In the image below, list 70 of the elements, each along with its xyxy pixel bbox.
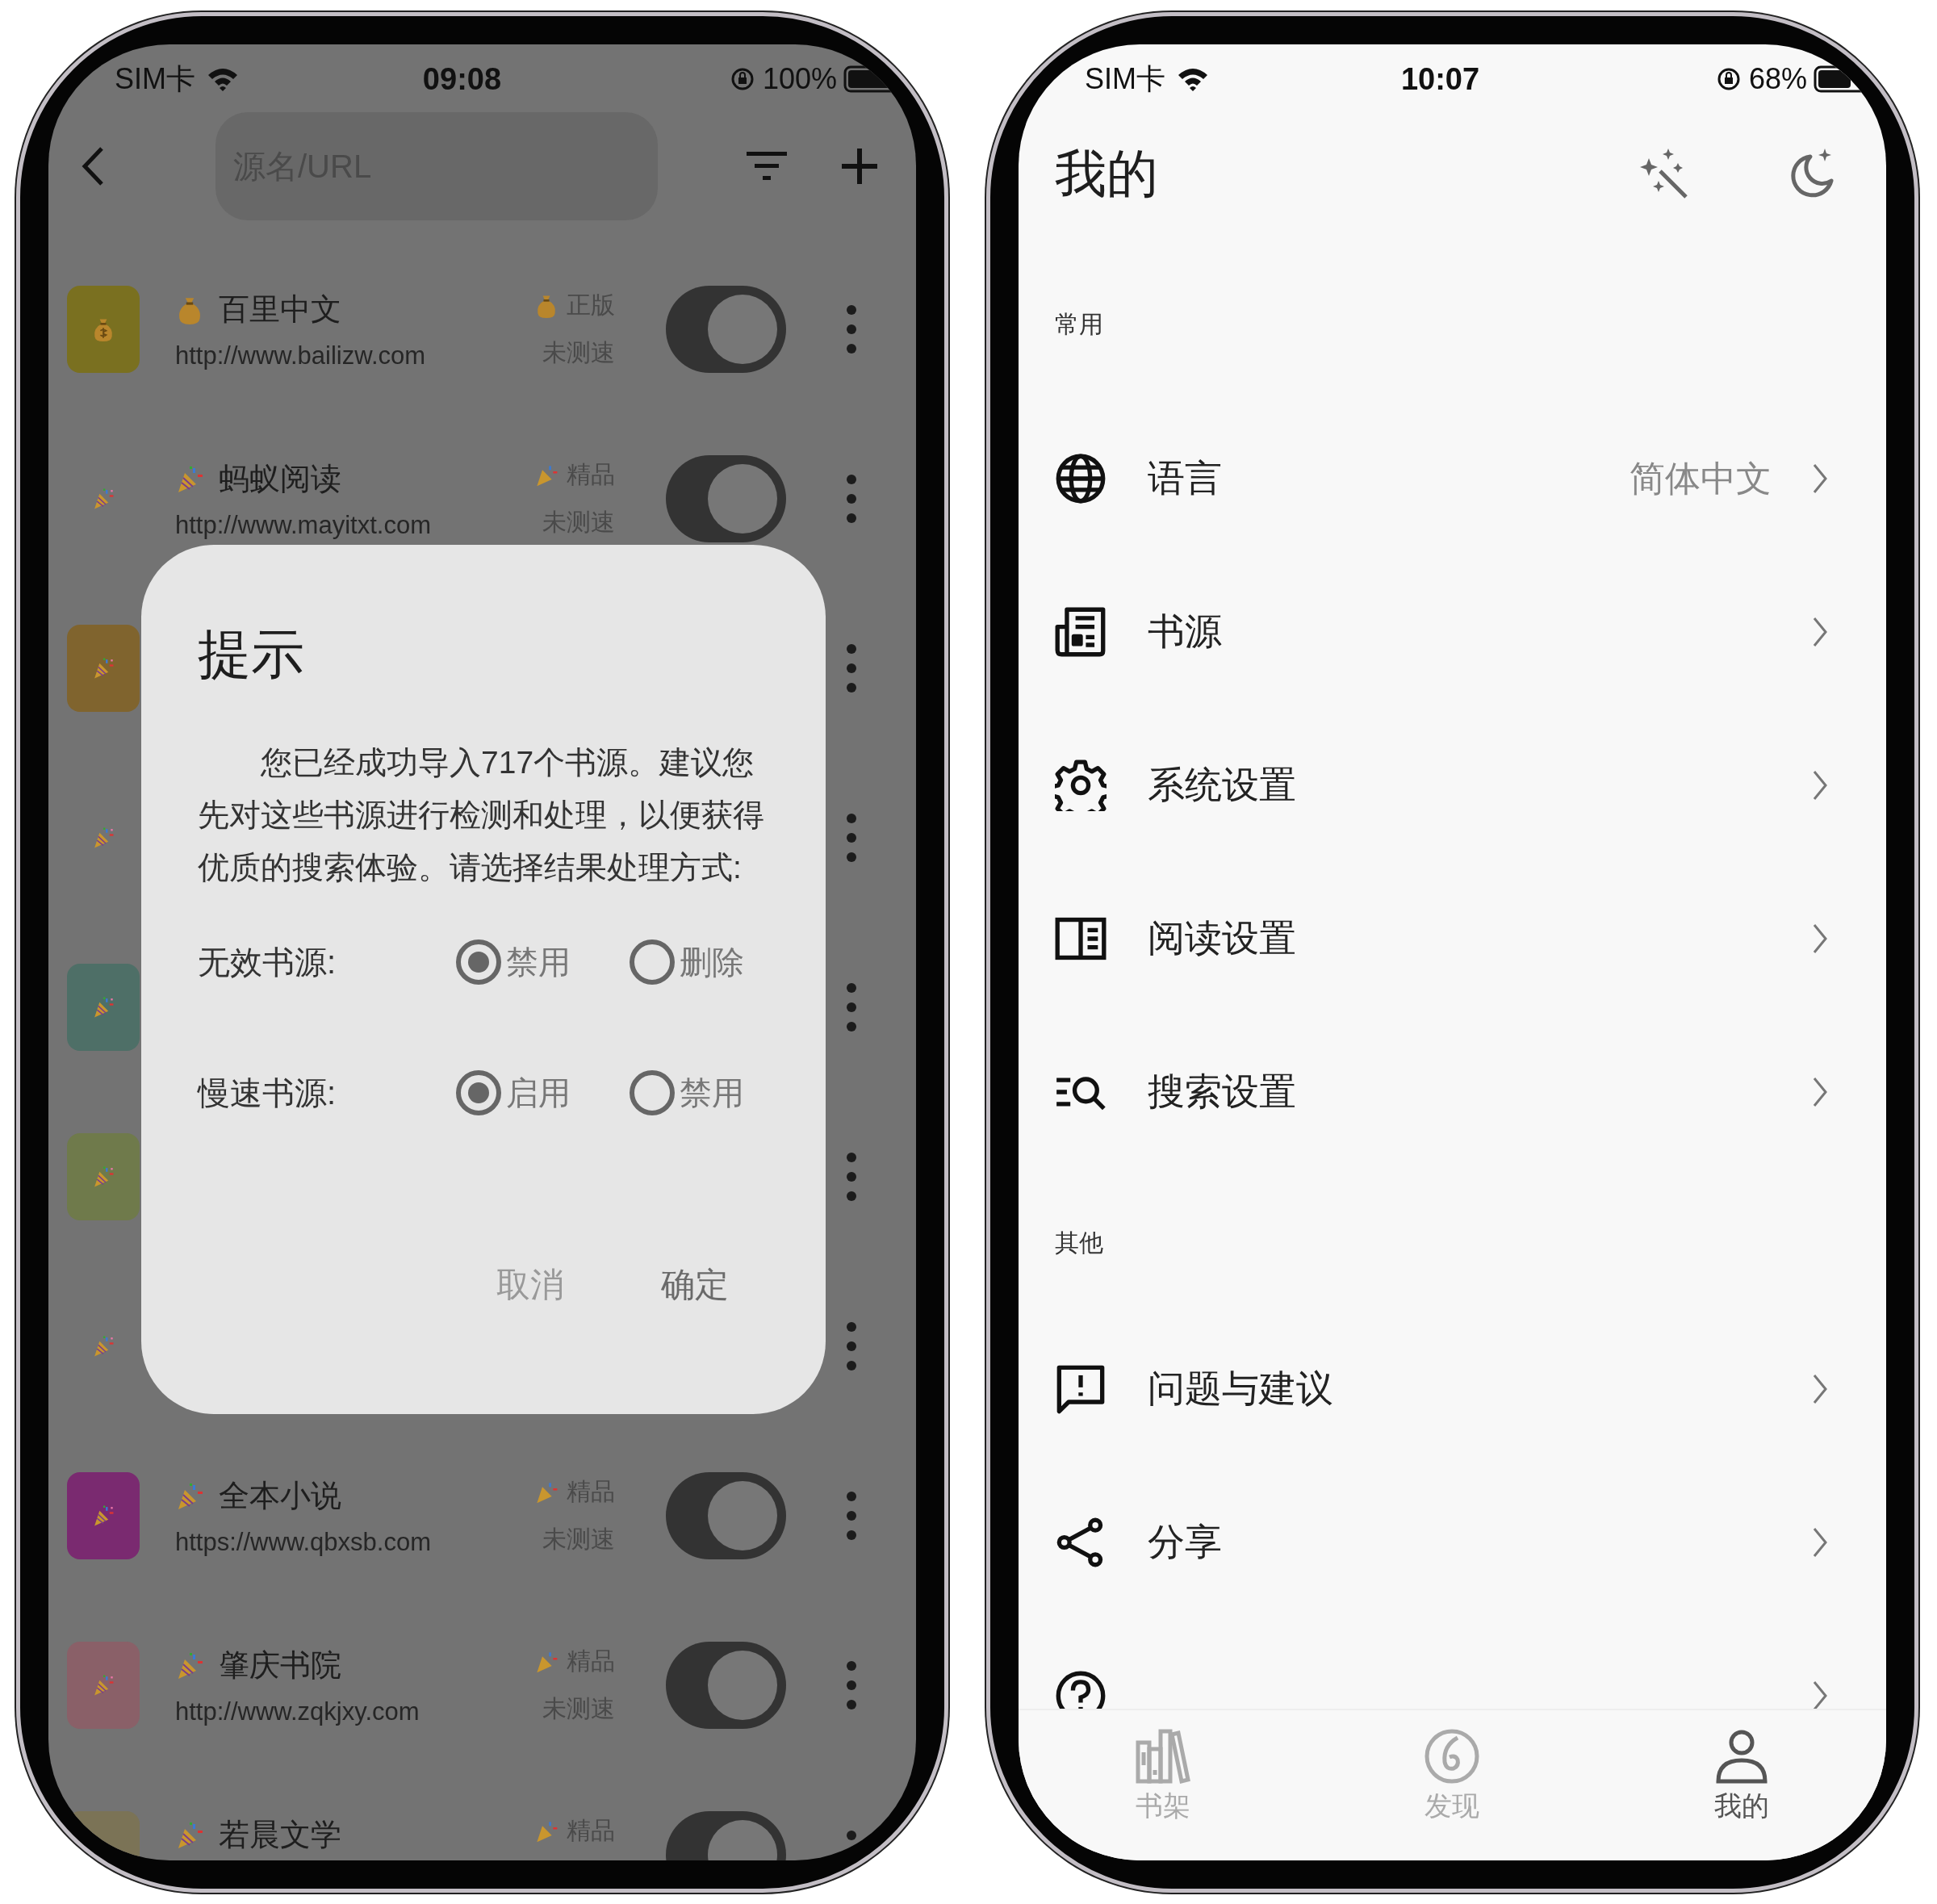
settings-item[interactable]: 系统设置 (1019, 709, 1886, 862)
wifi-icon (1177, 67, 1209, 91)
status-time: 09:08 (422, 61, 502, 97)
more-icon[interactable] (846, 1321, 857, 1371)
radio-button[interactable] (630, 939, 675, 985)
more-icon[interactable] (846, 1491, 857, 1541)
settings-item[interactable]: 书源 (1019, 555, 1886, 709)
filter-icon[interactable] (747, 150, 787, 182)
status-time: 10:07 (1400, 61, 1480, 97)
settings-icon (1055, 760, 1107, 811)
chevron-icon (1812, 1076, 1828, 1108)
option-label: 无效书源: (198, 943, 337, 981)
more-icon[interactable] (846, 643, 857, 693)
globe-icon (1055, 453, 1107, 504)
settings-item[interactable]: 语言 简体中文 (1019, 402, 1886, 555)
more-icon[interactable] (846, 474, 857, 524)
more-icon[interactable] (846, 304, 857, 354)
radio-label[interactable]: 禁用 (680, 1070, 744, 1115)
dialog-title: 提示 (198, 623, 304, 685)
radio-button[interactable] (630, 1070, 675, 1115)
back-icon[interactable] (81, 146, 105, 186)
battery-percent: 100% (762, 62, 837, 96)
radio-label[interactable]: 禁用 (506, 939, 571, 985)
chevron-icon (1812, 1373, 1828, 1405)
more-icon[interactable] (846, 982, 857, 1032)
source-name: 全本小说 (219, 1478, 341, 1514)
chevron-icon (1812, 1680, 1828, 1709)
section-header: 其他 (1055, 1228, 1103, 1257)
chevron-icon (1812, 923, 1828, 955)
dialog-message: 您已经成功导入717个书源。建议您先对这些书源进行检测和处理，以便获得优质的搜索体验。请选择结果处理方式: (198, 744, 765, 886)
radio-button[interactable] (456, 1070, 501, 1115)
source-name: 蚂蚁阅读 (219, 461, 341, 497)
source-name: 百里中文 (219, 291, 341, 328)
source-url: http://www.bailizw.com (175, 341, 427, 370)
option-label: 慢速书源: (198, 1073, 337, 1112)
more-icon[interactable] (846, 1152, 857, 1202)
chevron-icon (1812, 616, 1828, 648)
section-header: 常用 (1055, 310, 1103, 339)
rotation-lock-icon (730, 67, 755, 91)
source-url: https://www.qbxsb.com (175, 1528, 432, 1557)
radio-label[interactable]: 删除 (680, 939, 744, 985)
settings-item[interactable]: 搜索设置 (1019, 1015, 1886, 1169)
settings-item[interactable]: 分享 (1019, 1466, 1886, 1619)
carrier-text: SIM卡 (1085, 61, 1165, 97)
document-icon (1055, 606, 1107, 658)
carrier-text: SIM卡 (115, 61, 195, 97)
source-name: 若晨文学 (219, 1817, 341, 1853)
battery-percent: 68% (1748, 62, 1807, 96)
nav-tab[interactable]: 我的 (1596, 1710, 1886, 1860)
chevron-icon (1812, 769, 1828, 801)
page-title: 我的 (1055, 143, 1158, 204)
radio-label[interactable]: 启用 (506, 1070, 571, 1115)
bookshelf-icon (1135, 1728, 1192, 1785)
rotation-lock-icon (1716, 67, 1741, 91)
help-icon (1055, 1670, 1107, 1709)
radio-button[interactable] (456, 939, 501, 985)
confirm-button[interactable]: 确定 (661, 1254, 729, 1316)
feedback-icon (1055, 1363, 1107, 1415)
chevron-icon (1812, 462, 1828, 495)
chevron-icon (1812, 1526, 1828, 1559)
spiral-icon (1424, 1728, 1481, 1785)
source-name: 肇庆书院 (219, 1647, 341, 1684)
more-icon[interactable] (846, 813, 857, 863)
wifi-icon (207, 67, 239, 91)
source-url: http://www.zqkjxy.com (175, 1697, 420, 1726)
more-icon[interactable] (846, 1660, 857, 1710)
source-url: http://www.mayitxt.com (175, 511, 432, 540)
add-icon[interactable] (842, 149, 877, 184)
settings-item[interactable]: 问题与建议 (1019, 1312, 1886, 1466)
settings-item[interactable]: 阅读设置 (1019, 862, 1886, 1015)
